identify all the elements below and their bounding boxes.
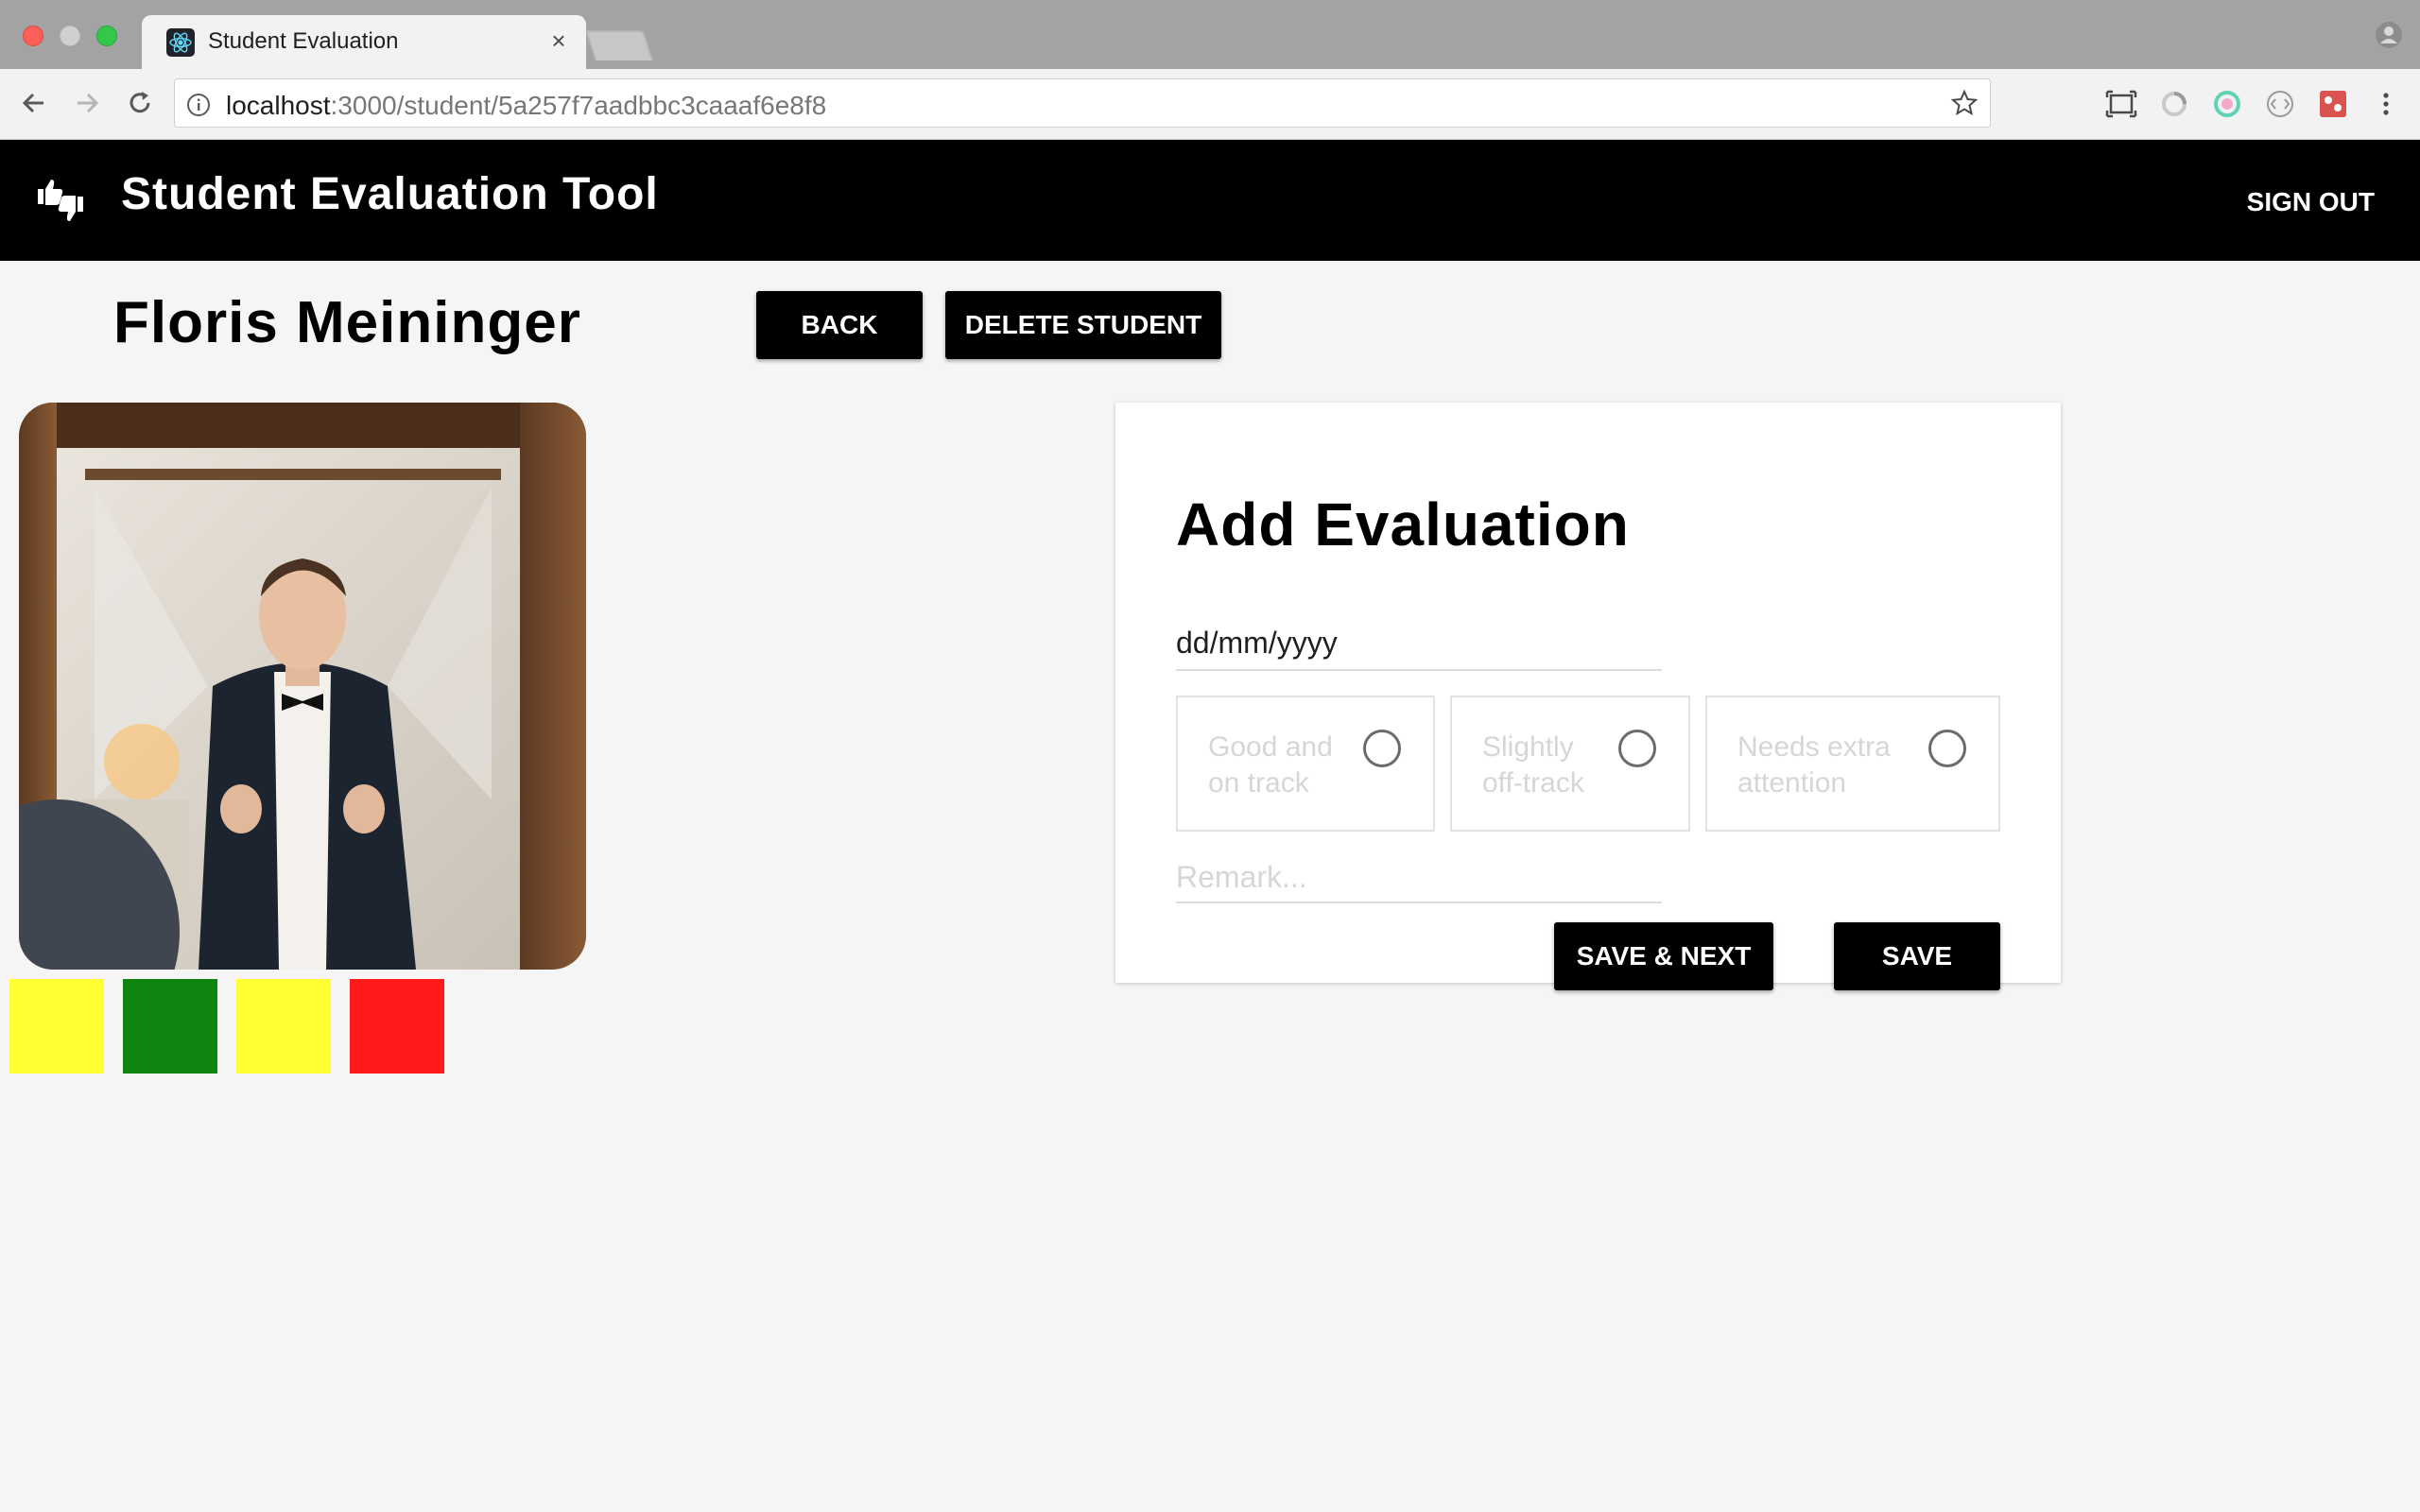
menu-kebab-icon[interactable] xyxy=(2369,87,2403,121)
bookmark-star-icon[interactable] xyxy=(1950,89,1979,117)
tab-title: Student Evaluation xyxy=(208,28,399,54)
option-slightly-off-track[interactable]: Slightly off-track xyxy=(1450,696,1690,832)
puzzle-extension-icon[interactable] xyxy=(2316,87,2350,121)
color-picker-extension-icon[interactable] xyxy=(2210,87,2244,121)
evaluation-color-3[interactable] xyxy=(236,979,331,1074)
url-text: localhost:3000/student/5a257f7aadbbc3caa… xyxy=(226,91,826,121)
save-button[interactable]: SAVE xyxy=(1834,922,2000,990)
evaluation-color-2[interactable] xyxy=(123,979,217,1074)
url-host: localhost xyxy=(226,91,331,120)
browser-tab-bar: Student Evaluation × xyxy=(0,0,2420,69)
window-zoom-button[interactable] xyxy=(96,26,117,46)
react-icon xyxy=(166,28,195,57)
new-tab-button[interactable] xyxy=(584,30,654,60)
back-arrow-icon[interactable] xyxy=(17,86,51,120)
code-extension-icon[interactable] xyxy=(2263,87,2297,121)
url-path: :3000/student/5a257f7aadbbc3caaaf6e8f8 xyxy=(330,91,827,120)
profile-icon[interactable] xyxy=(2375,21,2403,49)
app-title: Student Evaluation Tool xyxy=(121,169,659,219)
info-icon[interactable] xyxy=(186,93,211,117)
window-minimize-button[interactable] xyxy=(60,26,80,46)
evaluation-color-4[interactable] xyxy=(350,979,444,1074)
sync-extension-icon[interactable] xyxy=(2157,87,2191,121)
student-name: Floris Meininger xyxy=(113,290,581,355)
browser-toolbar: localhost:3000/student/5a257f7aadbbc3caa… xyxy=(0,69,2420,140)
option-label: Slightly off-track xyxy=(1482,731,1584,799)
back-button[interactable]: BACK xyxy=(756,291,923,359)
option-label: Good and on track xyxy=(1208,731,1333,799)
delete-student-button[interactable]: DELETE STUDENT xyxy=(945,291,1221,359)
option-needs-extra-attention[interactable]: Needs extra attention xyxy=(1705,696,2000,832)
browser-tab-active[interactable]: Student Evaluation × xyxy=(142,15,586,69)
option-label: Needs extra attention xyxy=(1737,731,1891,799)
card-title: Add Evaluation xyxy=(1176,490,1630,558)
reload-icon[interactable] xyxy=(123,86,157,120)
remark-input[interactable]: Remark... xyxy=(1176,852,1662,903)
tab-close-icon[interactable]: × xyxy=(544,26,573,55)
save-and-next-button[interactable]: SAVE & NEXT xyxy=(1554,922,1773,990)
student-photo xyxy=(19,403,586,970)
radio-circle-icon[interactable] xyxy=(1928,730,1966,767)
option-good-on-track[interactable]: Good and on track xyxy=(1176,696,1435,832)
radio-circle-icon[interactable] xyxy=(1618,730,1656,767)
app-header: Student Evaluation Tool SIGN OUT xyxy=(0,140,2420,261)
forward-arrow-icon[interactable] xyxy=(70,86,104,120)
add-evaluation-card: Add Evaluation dd/mm/yyyy Good and on tr… xyxy=(1115,403,2061,990)
window-close-button[interactable] xyxy=(23,26,43,46)
date-input[interactable]: dd/mm/yyyy xyxy=(1176,624,1662,671)
evaluation-color-1[interactable] xyxy=(9,979,104,1074)
thumbs-up-down-icon xyxy=(38,180,83,221)
sign-out-button[interactable]: SIGN OUT xyxy=(2247,187,2375,217)
screenshot-extension-icon[interactable] xyxy=(2104,87,2138,121)
address-bar[interactable]: localhost:3000/student/5a257f7aadbbc3caa… xyxy=(174,78,1991,128)
radio-circle-icon[interactable] xyxy=(1363,730,1401,767)
